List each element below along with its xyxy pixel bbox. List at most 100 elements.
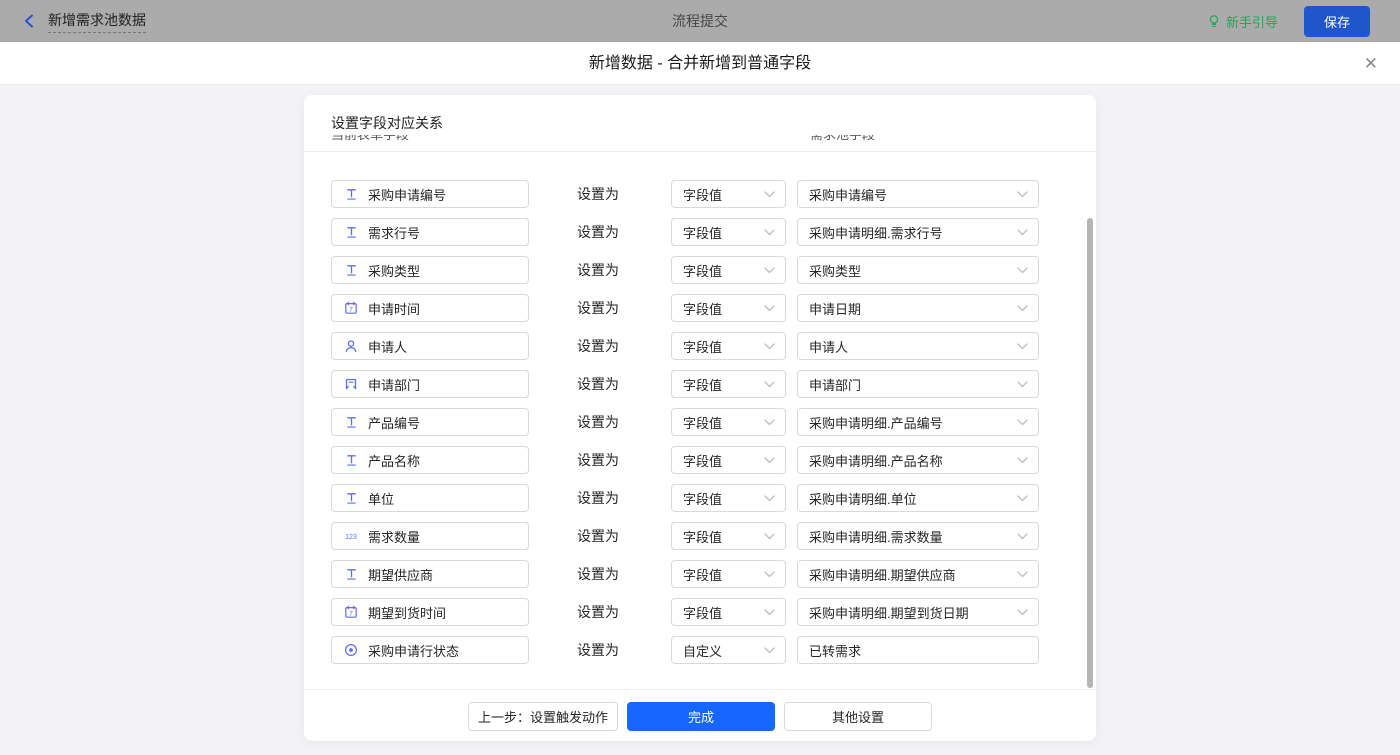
mode-value: 字段值 <box>683 527 722 546</box>
chevron-down-icon <box>1017 533 1028 540</box>
target-field-select[interactable]: 采购申请编号 <box>797 180 1039 208</box>
source-field-box[interactable]: 期望供应商 <box>331 560 529 588</box>
target-field-select[interactable]: 申请部门 <box>797 370 1039 398</box>
mapping-row: 需求行号设置为字段值采购申请明细.需求行号 <box>331 218 1096 246</box>
source-field-label: 申请人 <box>368 337 407 356</box>
mode-select[interactable]: 字段值 <box>671 370 786 398</box>
target-field-value: 采购申请明细.产品编号 <box>809 413 943 432</box>
mapping-row: 123需求数量设置为字段值采购申请明细.需求数量 <box>331 522 1096 550</box>
chevron-down-icon <box>764 609 775 616</box>
source-field-box[interactable]: 申请部门 <box>331 370 529 398</box>
mode-select[interactable]: 字段值 <box>671 256 786 284</box>
source-field-box[interactable]: 7申请时间 <box>331 294 529 322</box>
source-field-box[interactable]: 产品编号 <box>331 408 529 436</box>
source-field-box[interactable]: 采购类型 <box>331 256 529 284</box>
mode-select[interactable]: 字段值 <box>671 294 786 322</box>
mode-select[interactable]: 字段值 <box>671 332 786 360</box>
target-column-header: 需求池字段 <box>810 135 875 143</box>
source-field-box[interactable]: 申请人 <box>331 332 529 360</box>
chevron-down-icon <box>764 571 775 578</box>
source-field-box[interactable]: 采购申请行状态 <box>331 636 529 664</box>
text-field-icon <box>344 187 358 201</box>
source-field-box[interactable]: 7期望到货时间 <box>331 598 529 626</box>
back-button[interactable] <box>22 13 38 29</box>
close-icon[interactable]: ✕ <box>1364 42 1378 85</box>
target-field-select[interactable]: 申请人 <box>797 332 1039 360</box>
mode-select[interactable]: 字段值 <box>671 408 786 436</box>
prev-step-button[interactable]: 上一步：设置触发动作 <box>468 702 618 731</box>
beginner-guide-link[interactable]: 新手引导 <box>1207 12 1278 31</box>
target-field-select[interactable]: 采购申请明细.期望到货日期 <box>797 598 1039 626</box>
set-as-label: 设置为 <box>577 640 619 660</box>
modal-header: 新增数据 - 合并新增到普通字段 ✕ <box>0 42 1400 85</box>
target-field-value: 采购申请明细.需求行号 <box>809 223 943 242</box>
mode-select[interactable]: 字段值 <box>671 180 786 208</box>
scrollbar-thumb[interactable] <box>1087 218 1093 688</box>
set-as-label: 设置为 <box>577 298 619 318</box>
source-field-label: 产品编号 <box>368 413 420 432</box>
target-field-select[interactable]: 采购申请明细.期望供应商 <box>797 560 1039 588</box>
source-field-box[interactable]: 单位 <box>331 484 529 512</box>
mapping-row: 7期望到货时间设置为字段值采购申请明细.期望到货日期 <box>331 598 1096 626</box>
mode-select[interactable]: 字段值 <box>671 560 786 588</box>
source-field-box[interactable]: 需求行号 <box>331 218 529 246</box>
date-icon: 7 <box>344 605 358 619</box>
mapping-row: 7申请时间 设置为 字段值 申请日期 <box>331 294 1096 322</box>
target-field-value: 采购申请编号 <box>809 185 887 204</box>
mode-value: 字段值 <box>683 565 722 584</box>
target-field-select[interactable]: 采购申请明细.需求行号 <box>797 218 1039 246</box>
other-settings-button[interactable]: 其他设置 <box>784 702 932 731</box>
source-field-box[interactable]: 123需求数量 <box>331 522 529 550</box>
save-button[interactable]: 保存 <box>1304 6 1370 37</box>
target-field-value: 申请日期 <box>809 299 861 318</box>
chevron-down-icon <box>1017 343 1028 350</box>
mode-value: 字段值 <box>683 375 722 394</box>
flow-name-editable[interactable]: 新增需求池数据 <box>48 10 146 33</box>
mode-select[interactable]: 自定义 <box>671 636 786 664</box>
custom-value-input[interactable]: 已转需求 <box>797 636 1039 664</box>
number-icon: 123 <box>344 529 358 543</box>
mode-select[interactable]: 字段值 <box>671 522 786 550</box>
text-field-icon <box>344 415 358 429</box>
target-field-select[interactable]: 采购申请明细.需求数量 <box>797 522 1039 550</box>
target-field-select[interactable]: 采购类型 <box>797 256 1039 284</box>
flow-submit-title: 流程提交 <box>0 11 1400 31</box>
user-icon <box>344 339 358 353</box>
mode-value: 字段值 <box>683 489 722 508</box>
set-as-label: 设置为 <box>577 412 619 432</box>
target-field-value: 采购申请明细.单位 <box>809 489 917 508</box>
target-field-value: 采购申请明细.需求数量 <box>809 527 943 546</box>
chevron-down-icon <box>1017 495 1028 502</box>
mode-select[interactable]: 字段值 <box>671 598 786 626</box>
chevron-down-icon <box>1017 609 1028 616</box>
source-field-label: 采购申请编号 <box>368 185 446 204</box>
target-field-select[interactable]: 申请日期 <box>797 294 1039 322</box>
mode-value: 自定义 <box>683 641 722 660</box>
lightbulb-icon <box>1207 14 1221 29</box>
mode-select[interactable]: 字段值 <box>671 218 786 246</box>
target-field-select[interactable]: 采购申请明细.产品编号 <box>797 408 1039 436</box>
target-field-value: 申请人 <box>809 337 848 356</box>
mode-select[interactable]: 字段值 <box>671 446 786 474</box>
chevron-down-icon <box>1017 229 1028 236</box>
mapping-row: 产品编号 设置为 字段值 采购申请明细.产品编号 <box>331 408 1096 436</box>
mode-select[interactable]: 字段值 <box>671 484 786 512</box>
source-column-header: 当前表单字段 <box>331 135 409 143</box>
source-field-label: 采购类型 <box>368 261 420 280</box>
source-field-box[interactable]: 产品名称 <box>331 446 529 474</box>
chevron-down-icon <box>1017 267 1028 274</box>
topbar: 流程提交 新增需求池数据 新手引导 保存 <box>0 0 1400 42</box>
target-field-value: 采购申请明细.产品名称 <box>809 451 943 470</box>
source-field-label: 期望供应商 <box>368 565 433 584</box>
clipped-column-headers: 当前表单字段 需求池字段 <box>304 135 1096 145</box>
mapping-row: 申请部门设置为字段值申请部门 <box>331 370 1096 398</box>
source-field-box[interactable]: 采购申请编号 <box>331 180 529 208</box>
mode-value: 字段值 <box>683 337 722 356</box>
target-field-select[interactable]: 采购申请明细.单位 <box>797 484 1039 512</box>
finish-button[interactable]: 完成 <box>627 702 775 731</box>
text-field-icon <box>344 567 358 581</box>
target-field-value: 采购类型 <box>809 261 861 280</box>
text-field-icon <box>344 453 358 467</box>
target-field-select[interactable]: 采购申请明细.产品名称 <box>797 446 1039 474</box>
mapping-row: 期望供应商设置为字段值采购申请明细.期望供应商 <box>331 560 1096 588</box>
